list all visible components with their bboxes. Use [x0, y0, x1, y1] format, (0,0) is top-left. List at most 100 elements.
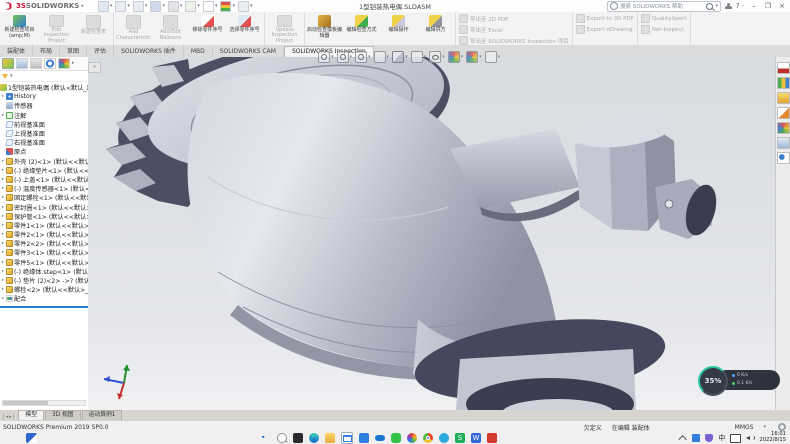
search-taskbar-icon[interactable]	[277, 433, 287, 443]
tree-item[interactable]: ▸(-) 垫片 (2)<2> ->? (默认<<默认	[0, 276, 88, 285]
edge-taskbar-icon[interactable]	[309, 433, 319, 443]
dropdown-icon[interactable]: ▾	[368, 55, 371, 60]
hide-show-items-button[interactable]: ▾	[429, 51, 445, 63]
tree-item[interactable]: ▸零件2<1> (默认<<默认>_显示状	[0, 230, 88, 239]
ime-indicator[interactable]: 中	[718, 433, 725, 443]
remove-balloons-button[interactable]: 移除零件序号	[189, 13, 226, 44]
dropdown-icon[interactable]: ▾	[331, 55, 334, 60]
display-style-button[interactable]: ▾	[411, 51, 427, 63]
tree-root-item[interactable]: 1型铠装热电偶 (默认<默认_显示状态-1	[0, 83, 88, 92]
new-inspection-button[interactable]: 新建检查项目(amp;M)	[1, 13, 38, 44]
wps-taskbar-icon[interactable]: W	[471, 433, 481, 443]
tree-item[interactable]: ▸零件3<1> (默认<<默认>_显示状	[0, 248, 88, 257]
chrome-taskbar-icon[interactable]	[423, 433, 433, 443]
wechat-taskbar-icon[interactable]	[391, 433, 401, 443]
appearances-icon[interactable]	[777, 122, 790, 134]
tree-item[interactable]: ▸保护管<1> (默认<<默认>_显示状	[0, 212, 88, 221]
messenger-taskbar-icon[interactable]	[439, 433, 449, 443]
tab-布局[interactable]: 布局	[33, 45, 60, 57]
restore-button[interactable]: ❐	[763, 2, 773, 10]
resources-icon[interactable]	[777, 62, 790, 74]
tray-shield-icon[interactable]	[705, 434, 713, 442]
tree-item[interactable]: ▸外壳 (2)<1> (默认<<默认>_显示状	[0, 157, 88, 166]
taskbar-clock[interactable]: 16:01 2022/8/15	[759, 432, 786, 443]
tree-item[interactable]: 右视基准面	[0, 138, 88, 147]
view-orientation-button[interactable]: ▾	[392, 51, 408, 63]
template-editor-button[interactable]: 启动检查模板编辑器	[306, 13, 343, 44]
tray-app-icon[interactable]	[692, 434, 700, 442]
taskbar-pinned-app[interactable]	[26, 433, 37, 443]
task-view-taskbar-icon[interactable]	[293, 433, 303, 443]
edit-operations-button[interactable]: 编辑操作	[380, 13, 417, 44]
file-explorer-icon[interactable]	[777, 92, 790, 104]
forum-icon[interactable]	[777, 152, 790, 164]
speaker-icon[interactable]	[746, 434, 754, 442]
doc-tab-运动算例1[interactable]: 运动算例1	[82, 410, 123, 420]
dimxpert-manager-tab[interactable]	[44, 58, 56, 69]
design-library-icon[interactable]	[777, 77, 790, 89]
tree-item[interactable]: ▸配合	[0, 294, 88, 303]
tree-item[interactable]: ▸(-) 绝缘垫片<1> (默认<<默认>_显	[0, 166, 88, 175]
dropdown-icon[interactable]: ▾	[461, 55, 464, 60]
options-button[interactable]: ▾	[238, 1, 253, 12]
previous-view-button[interactable]: ▾	[355, 51, 371, 63]
tree-item[interactable]: ▸密封圈<1> (默认<<默认>_显示状	[0, 202, 88, 211]
manager-tabs-overflow-icon[interactable]: ▸	[72, 61, 75, 66]
tree-item[interactable]: ▸零件5<1> (默认<<默认>_显示状	[0, 258, 88, 267]
tree-split-bar[interactable]	[0, 306, 88, 308]
photos-taskbar-icon[interactable]	[407, 433, 417, 443]
file-explorer-taskbar-icon[interactable]	[325, 433, 335, 443]
rebuild-button[interactable]: ▾	[220, 1, 235, 12]
display-tray-icon[interactable]	[730, 434, 741, 443]
settings-gear-icon[interactable]	[778, 423, 786, 431]
onedrive-taskbar-icon[interactable]	[375, 433, 385, 443]
tab-草图[interactable]: 草图	[60, 45, 87, 57]
zoom-fit-button[interactable]: ▾	[318, 51, 334, 63]
view-settings-button[interactable]: ▾	[485, 51, 501, 63]
tab-装配体[interactable]: 装配体	[0, 45, 33, 57]
minimize-button[interactable]: –	[749, 2, 759, 10]
apply-scene-button[interactable]: ▾	[466, 51, 482, 63]
edit-suppliers-button[interactable]: 编辑供方	[417, 13, 454, 44]
tree-item[interactable]: ▸History	[0, 92, 88, 101]
tree-item[interactable]: ▸螺栓<2> (默认<<默认>_显示状态	[0, 285, 88, 294]
mail-taskbar-icon[interactable]	[341, 432, 353, 444]
tab-SOLIDWORKS CAM[interactable]: SOLIDWORKS CAM	[213, 47, 284, 57]
edit-appearance-button[interactable]: ▾	[448, 51, 464, 63]
close-button[interactable]: ×	[777, 2, 787, 10]
tree-item[interactable]: ▸注解	[0, 111, 88, 120]
dropdown-icon[interactable]: ▾	[442, 55, 445, 60]
open-button[interactable]: ▾	[133, 1, 148, 12]
filter-dropdown-icon[interactable]: ▾	[10, 74, 13, 79]
tray-expand-icon[interactable]	[679, 435, 687, 443]
tree-horizontal-scrollbar[interactable]	[2, 400, 86, 406]
panel-collapse-button[interactable]: «	[88, 62, 101, 73]
configuration-manager-tab[interactable]	[30, 58, 42, 69]
select-balloons-button[interactable]: 选择零件序号	[226, 13, 263, 44]
performance-badge[interactable]: 35% 0 K/s 0.1 K/s	[698, 366, 782, 394]
custom-properties-icon[interactable]	[777, 137, 790, 149]
home-button[interactable]: ▾	[98, 1, 113, 12]
search-scope-icon[interactable]	[610, 2, 618, 10]
tree-item[interactable]: ▸固定螺栓<1> (默认<<默认>_显示状	[0, 193, 88, 202]
new-button[interactable]: ▾	[115, 1, 130, 12]
search-icon[interactable]	[706, 3, 713, 10]
print-button[interactable]: ▾	[168, 1, 183, 12]
dropdown-icon[interactable]: ▾	[350, 55, 353, 60]
tree-item[interactable]: 上视基准面	[0, 129, 88, 138]
graphics-viewport[interactable]	[88, 57, 775, 410]
search-input[interactable]: 搜索 SOLIDWORKS 帮助 ▾	[607, 1, 721, 12]
save-button[interactable]: ▾	[150, 1, 165, 12]
dropdown-icon[interactable]: ▾	[424, 55, 427, 60]
dropdown-icon[interactable]: ▾	[479, 55, 482, 60]
brand-expand-icon[interactable]: ▸	[81, 4, 84, 9]
doc-tab-模型[interactable]: 模型	[18, 410, 44, 420]
office-taskbar-icon[interactable]	[487, 433, 497, 443]
tree-item[interactable]: 前视基准面	[0, 120, 88, 129]
eclipse-taskbar-icon[interactable]: S	[455, 433, 465, 443]
help-button[interactable]: ? ·	[735, 2, 745, 10]
view-palette-icon[interactable]	[777, 107, 790, 119]
tree-item[interactable]: 传感器	[0, 101, 88, 110]
tree-item[interactable]: ▸零件2<2> (默认<<默认>_显示状	[0, 239, 88, 248]
edit-methods-button[interactable]: 编辑检查方式	[343, 13, 380, 44]
